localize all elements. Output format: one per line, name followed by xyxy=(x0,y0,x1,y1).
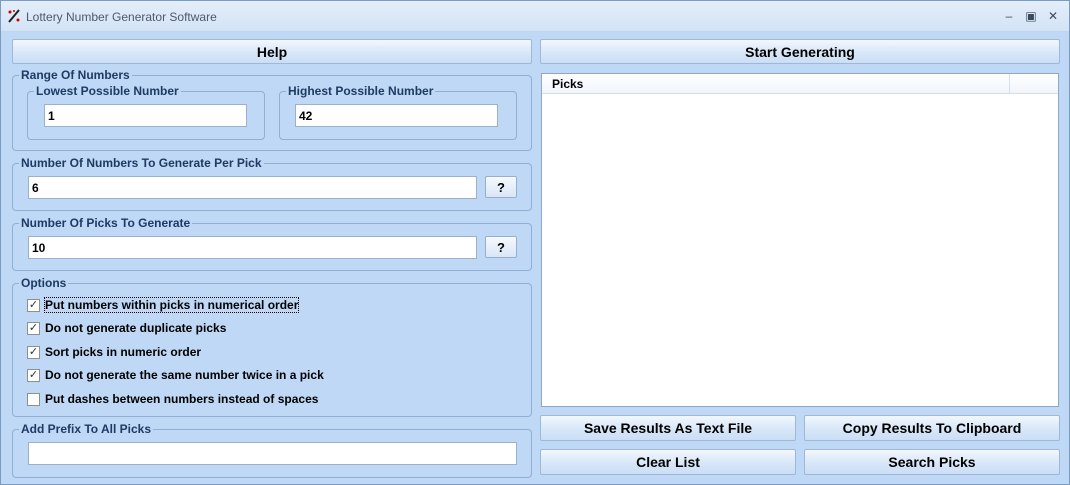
start-generating-button[interactable]: Start Generating xyxy=(540,39,1060,64)
option-sort-picks-label: Sort picks in numeric order xyxy=(45,345,202,359)
copy-results-button[interactable]: Copy Results To Clipboard xyxy=(804,415,1060,441)
highest-group: Highest Possible Number 42 xyxy=(279,84,517,140)
options-legend: Options xyxy=(19,276,69,290)
clear-list-button[interactable]: Clear List xyxy=(540,449,796,475)
window-title: Lottery Number Generator Software xyxy=(26,10,217,24)
title-bar: Lottery Number Generator Software – ▣ ✕ xyxy=(1,1,1069,32)
highest-legend: Highest Possible Number xyxy=(286,84,436,98)
search-picks-button[interactable]: Search Picks xyxy=(804,449,1060,475)
options-group: Options ✓ Put numbers within picks in nu… xyxy=(12,276,532,417)
option-numerical-order[interactable]: ✓ Put numbers within picks in numerical … xyxy=(27,297,300,313)
option-dashes-label: Put dashes between numbers instead of sp… xyxy=(45,392,319,406)
picks-count-input[interactable]: 10 xyxy=(28,236,477,259)
per-pick-help-button[interactable]: ? xyxy=(485,176,517,198)
per-pick-group: Number Of Numbers To Generate Per Pick 6… xyxy=(12,156,532,211)
save-results-button[interactable]: Save Results As Text File xyxy=(540,415,796,441)
prefix-group: Add Prefix To All Picks xyxy=(12,422,532,478)
picks-count-legend: Number Of Picks To Generate xyxy=(19,216,193,230)
prefix-legend: Add Prefix To All Picks xyxy=(19,422,154,436)
help-button[interactable]: Help xyxy=(12,39,532,64)
highest-number-input[interactable]: 42 xyxy=(295,104,498,127)
option-no-duplicate-picks-checkbox[interactable]: ✓ xyxy=(27,321,40,335)
list-header: Picks xyxy=(542,74,1058,94)
checkmark-icon: ✓ xyxy=(28,345,39,358)
checkmark-icon: ✓ xyxy=(28,298,39,311)
option-dashes[interactable]: Put dashes between numbers instead of sp… xyxy=(27,391,318,407)
option-dashes-checkbox[interactable] xyxy=(27,392,40,406)
close-icon[interactable]: ✕ xyxy=(1042,7,1064,25)
option-numerical-order-checkbox[interactable]: ✓ xyxy=(27,298,40,312)
option-no-repeat-number[interactable]: ✓ Do not generate the same number twice … xyxy=(27,367,324,383)
picks-count-help-button[interactable]: ? xyxy=(485,236,517,258)
picks-count-group: Number Of Picks To Generate 10 ? xyxy=(12,216,532,271)
app-window: Lottery Number Generator Software – ▣ ✕ … xyxy=(0,0,1070,485)
option-sort-picks[interactable]: ✓ Sort picks in numeric order xyxy=(27,344,201,360)
client-area: Help Start Generating Range Of Numbers L… xyxy=(2,33,1068,484)
range-legend: Range Of Numbers xyxy=(19,68,132,82)
option-no-repeat-number-label: Do not generate the same number twice in… xyxy=(45,368,324,382)
lowest-number-input[interactable]: 1 xyxy=(44,104,247,127)
maximize-icon[interactable]: ▣ xyxy=(1020,7,1042,25)
per-pick-input[interactable]: 6 xyxy=(28,176,477,199)
lowest-group: Lowest Possible Number 1 xyxy=(27,84,265,140)
picks-column-header[interactable]: Picks xyxy=(542,74,1010,94)
range-group: Range Of Numbers Lowest Possible Number … xyxy=(12,68,532,151)
picks-list[interactable]: Picks xyxy=(541,73,1059,407)
prefix-input[interactable] xyxy=(28,442,517,465)
option-no-duplicate-picks-label: Do not generate duplicate picks xyxy=(45,321,227,335)
checkmark-icon: ✓ xyxy=(28,368,39,381)
option-numerical-order-label: Put numbers within picks in numerical or… xyxy=(43,297,300,313)
app-icon xyxy=(8,9,20,23)
minimize-icon[interactable]: – xyxy=(998,7,1020,25)
lowest-legend: Lowest Possible Number xyxy=(34,84,181,98)
checkmark-icon: ✓ xyxy=(28,321,39,334)
option-no-repeat-number-checkbox[interactable]: ✓ xyxy=(27,368,40,382)
per-pick-legend: Number Of Numbers To Generate Per Pick xyxy=(19,156,264,170)
option-sort-picks-checkbox[interactable]: ✓ xyxy=(27,345,40,359)
option-no-duplicate-picks[interactable]: ✓ Do not generate duplicate picks xyxy=(27,320,226,336)
